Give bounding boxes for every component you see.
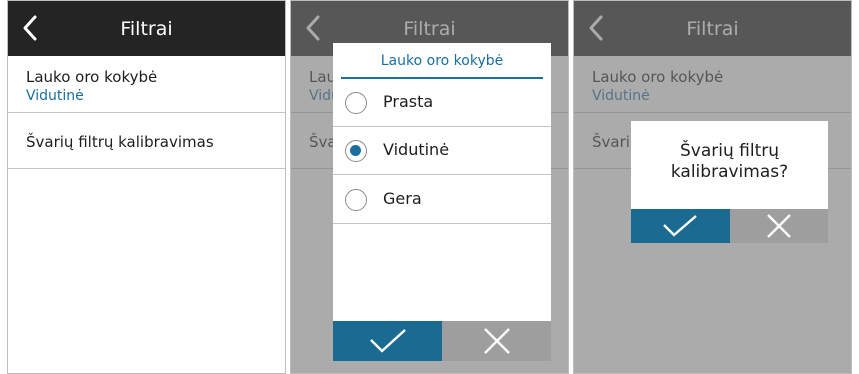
radio-button[interactable] [345,189,367,211]
dialog-button-bar [631,209,828,243]
option-label: Vidutinė [383,140,450,159]
dialog-button-bar [333,321,551,361]
checkmark-icon [663,215,698,237]
question-line-1: Švarių filtrų [679,141,780,161]
close-icon [766,214,791,238]
option-prasta[interactable]: Prasta [333,79,551,127]
radio-button-selected[interactable] [345,140,367,162]
cancel-button[interactable] [729,209,828,243]
option-label: Prasta [383,92,434,111]
option-label: Gera [383,189,422,208]
screen-calibration-confirm: Filtrai Lauko oro kokybė Vidutinė Švarių… [573,0,852,374]
title-bar: Filtrai [8,1,285,56]
confirm-question: Švarių filtrų kalibravimas? [631,141,828,183]
filter-calibration-item[interactable]: Švarių filtrų kalibravimas [8,113,285,169]
screen-filters: Filtrai Lauko oro kokybė Vidutinė Švarių… [7,0,286,374]
option-vidutine[interactable]: Vidutinė [333,127,551,175]
radio-dot-icon [350,145,361,156]
page-title: Filtrai [120,18,173,40]
checkmark-icon [369,329,406,353]
close-icon [483,328,510,354]
dialog-title: Lauko oro kokybė [380,53,504,69]
screen-quality-select: Filtrai Lauko oro kokybė Vidutinė Švarių… [290,0,569,374]
settings-list: Lauko oro kokybė Vidutinė Švarių filtrų … [8,56,285,169]
confirm-button[interactable] [631,209,730,243]
calibration-confirm-dialog: Švarių filtrų kalibravimas? [631,121,828,243]
outdoor-air-quality-label: Lauko oro kokybė [26,68,158,86]
air-quality-dialog: Lauko oro kokybė Prasta Vidutinė Gera [333,43,551,361]
radio-button[interactable] [345,92,367,114]
outdoor-air-quality-value: Vidutinė [26,88,84,104]
outdoor-air-quality-item[interactable]: Lauko oro kokybė Vidutinė [8,56,285,113]
option-gera[interactable]: Gera [333,176,551,224]
question-line-2: kalibravimas? [670,162,789,182]
filter-calibration-label: Švarių filtrų kalibravimas [26,133,214,151]
cancel-button[interactable] [442,321,551,361]
confirm-button[interactable] [333,321,442,361]
